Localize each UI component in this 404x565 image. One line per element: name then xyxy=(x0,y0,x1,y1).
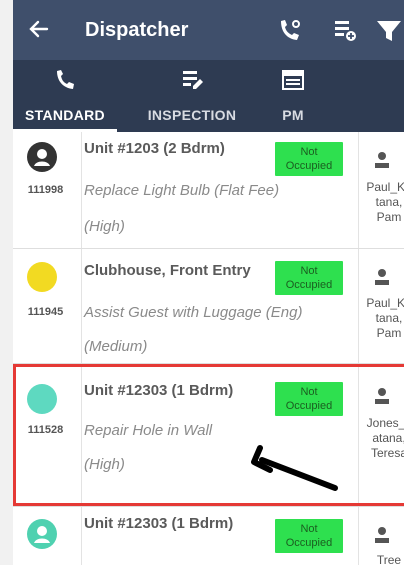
task-description: Replace Light Bulb (Flat Fee) xyxy=(84,182,280,199)
tab-inspection[interactable]: INSPECTION xyxy=(130,60,254,132)
list-add-icon[interactable] xyxy=(331,15,359,45)
clipboard-edit-icon xyxy=(180,68,204,92)
person-circle-icon xyxy=(27,519,57,549)
work-order-row[interactable]: Unit #12303 (1 Bdrm) Not Occupied Tree xyxy=(13,507,404,565)
work-order-row[interactable]: 111998 Unit #1203 (2 Bdrm) Replace Light… xyxy=(13,132,404,249)
work-order-id: 111998 xyxy=(27,184,64,196)
person-icon xyxy=(372,267,392,287)
occupancy-badge: Not Occupied xyxy=(275,142,343,176)
pointer-arrow-icon xyxy=(251,445,338,491)
unit-name: Unit #1203 (2 Bdrm) xyxy=(84,140,225,157)
person-icon xyxy=(372,525,392,545)
assignee: Tree xyxy=(376,553,402,565)
work-order-row[interactable]: 111945 Clubhouse, Front Entry Assist Gue… xyxy=(13,249,404,364)
unit-name: Clubhouse, Front Entry xyxy=(84,262,251,279)
tab-label: INSPECTION xyxy=(147,107,237,123)
arrow-left-icon[interactable] xyxy=(27,14,51,44)
work-order-id: 111945 xyxy=(27,306,64,318)
phone-icon xyxy=(53,68,77,92)
tab-standard[interactable]: STANDARD xyxy=(13,60,117,132)
tab-label: PM xyxy=(282,107,304,123)
list-icon xyxy=(281,68,305,92)
priority: (High) xyxy=(84,218,125,235)
tab-pm[interactable]: PM xyxy=(258,60,328,132)
app-bar: Dispatcher xyxy=(13,0,404,60)
tab-bar: STANDARD INSPECTION PM xyxy=(13,60,404,132)
occupancy-badge: Not Occupied xyxy=(275,261,343,295)
person-icon xyxy=(372,150,392,170)
occupancy-badge: Not Occupied xyxy=(275,519,343,553)
filter-icon[interactable] xyxy=(375,15,403,45)
priority: (Medium) xyxy=(84,338,148,355)
app-screen: Dispatcher STANDARD INSPECTION PM 111998… xyxy=(13,0,404,565)
status-indicator xyxy=(27,262,57,292)
phone-settings-icon[interactable] xyxy=(275,15,303,45)
person-circle-icon xyxy=(27,142,57,172)
page-title: Dispatcher xyxy=(85,19,189,41)
unit-name: Unit #12303 (1 Bdrm) xyxy=(84,515,234,532)
assignee: Paul_Ka tana, Pam xyxy=(366,180,404,224)
tab-label: STANDARD xyxy=(25,107,105,123)
highlight-box xyxy=(13,364,404,506)
assignee: Paul_Ka tana, Pam xyxy=(366,296,404,340)
task-description: Assist Guest with Luggage (Eng) xyxy=(84,304,303,321)
